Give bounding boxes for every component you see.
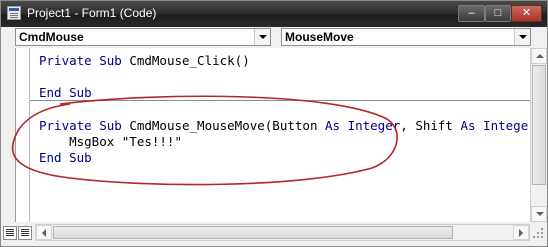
size-grip-icon[interactable] (531, 226, 545, 240)
horizontal-scrollbar[interactable] (35, 224, 530, 241)
combo-bar: CmdMouse MouseMove (1, 27, 547, 47)
app-icon (7, 6, 21, 20)
code-text-span: CmdMouse_MouseMove(Button (121, 118, 325, 133)
margin-indicator-bar[interactable] (16, 48, 30, 222)
chevron-down-icon[interactable] (514, 29, 530, 45)
object-combo[interactable]: CmdMouse (15, 28, 271, 46)
scroll-left-icon[interactable] (36, 225, 52, 240)
code-line[interactable]: End Sub (39, 85, 92, 101)
code-editor[interactable]: Private Sub CmdMouse_Click() End Sub Pri… (15, 48, 530, 222)
vertical-scrollbar[interactable] (530, 48, 547, 222)
full-module-view-icon[interactable] (18, 226, 32, 240)
procedure-separator (30, 100, 530, 101)
procedure-view-icon[interactable] (3, 226, 17, 240)
code-line[interactable]: End Sub (39, 150, 92, 166)
code-text-span: MsgBox "Tes!!!" (39, 134, 182, 149)
keyword: Private Sub (39, 53, 122, 68)
bottom-bar (1, 222, 547, 246)
scroll-down-icon[interactable] (531, 206, 547, 222)
code-line[interactable]: MsgBox "Tes!!!" (39, 134, 182, 150)
keyword: As Integer (460, 118, 530, 133)
keyword: End Sub (39, 150, 92, 165)
scroll-right-icon[interactable] (513, 225, 529, 240)
chevron-down-icon[interactable] (254, 29, 270, 45)
code-window: Project1 - Form1 (Code) ‒ □ ✕ CmdMouse M… (0, 0, 548, 247)
window-title: Project1 - Form1 (Code) (27, 6, 157, 20)
procedure-combo-value: MouseMove (285, 30, 354, 44)
maximize-button[interactable]: □ (485, 5, 511, 22)
code-line[interactable]: Private Sub CmdMouse_Click() (39, 53, 250, 69)
scroll-up-icon[interactable] (531, 48, 547, 64)
keyword: Private Sub (39, 118, 122, 133)
minimize-button[interactable]: ‒ (458, 5, 485, 22)
close-button[interactable]: ✕ (511, 5, 542, 22)
object-combo-value: CmdMouse (19, 30, 84, 44)
vertical-scroll-thumb[interactable] (532, 65, 546, 185)
keyword: End Sub (39, 85, 92, 100)
code-text-span: CmdMouse_Click() (121, 53, 250, 68)
keyword: As Integer (325, 118, 401, 133)
procedure-combo[interactable]: MouseMove (281, 28, 531, 46)
code-text-span: , Shift (400, 118, 461, 133)
horizontal-scroll-thumb[interactable] (53, 226, 453, 239)
code-text[interactable]: Private Sub CmdMouse_Click() End Sub Pri… (39, 48, 530, 165)
title-bar[interactable]: Project1 - Form1 (Code) ‒ □ ✕ (1, 1, 547, 27)
code-line[interactable]: Private Sub CmdMouse_MouseMove(Button As… (39, 118, 530, 134)
